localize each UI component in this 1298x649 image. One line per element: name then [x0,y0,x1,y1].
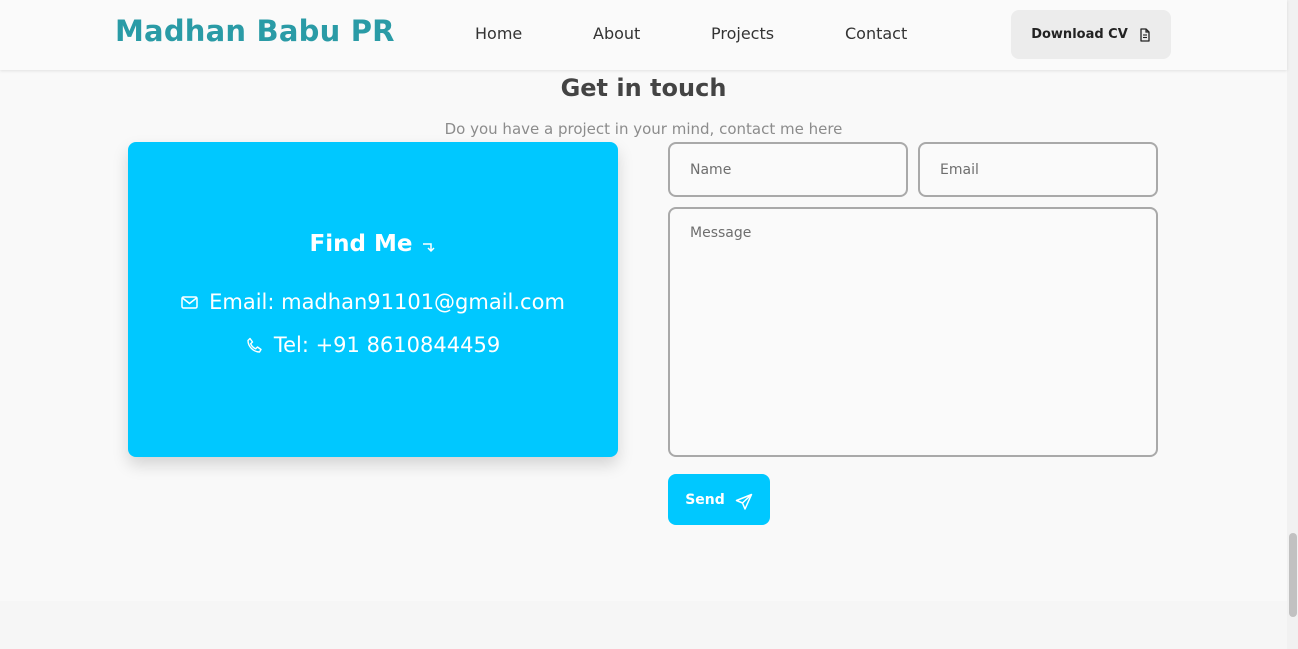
find-me-card: Find Me Email: madhan91101@gmail.com Tel… [128,142,618,457]
scrollbar-thumb[interactable] [1289,533,1297,617]
site-logo[interactable]: Madhan Babu PR [115,14,395,48]
find-me-heading: Find Me [128,231,618,259]
nav-contact[interactable]: Contact [845,24,907,43]
footer-band [0,601,1287,649]
contact-phone[interactable]: Tel: +91 8610844459 [274,333,500,357]
download-cv-label: Download CV [1031,27,1128,42]
nav-projects[interactable]: Projects [711,24,774,43]
download-cv-button[interactable]: Download CV [1011,10,1171,59]
send-button[interactable]: Send [668,474,770,525]
message-textarea[interactable] [668,207,1158,457]
contact-phone-line: Tel: +91 8610844459 [128,333,618,357]
contact-email-line: Email: madhan91101@gmail.com [128,290,618,314]
arrow-return-icon [422,233,436,259]
mail-icon [181,295,198,309]
contact-email[interactable]: Email: madhan91101@gmail.com [209,290,565,314]
page-scrollbar[interactable] [1287,0,1298,649]
phone-icon [246,337,263,354]
section-title: Get in touch [560,74,727,102]
nav-about[interactable]: About [593,24,640,43]
email-input[interactable] [918,142,1158,197]
find-me-title: Find Me [309,231,413,257]
send-icon [735,489,753,511]
section-subtitle: Do you have a project in your mind, cont… [444,120,843,138]
document-icon [1139,27,1151,42]
site-header: Madhan Babu PR Home About Projects Conta… [0,0,1287,70]
send-label: Send [685,491,725,508]
nav-home[interactable]: Home [475,24,522,43]
name-input[interactable] [668,142,908,197]
